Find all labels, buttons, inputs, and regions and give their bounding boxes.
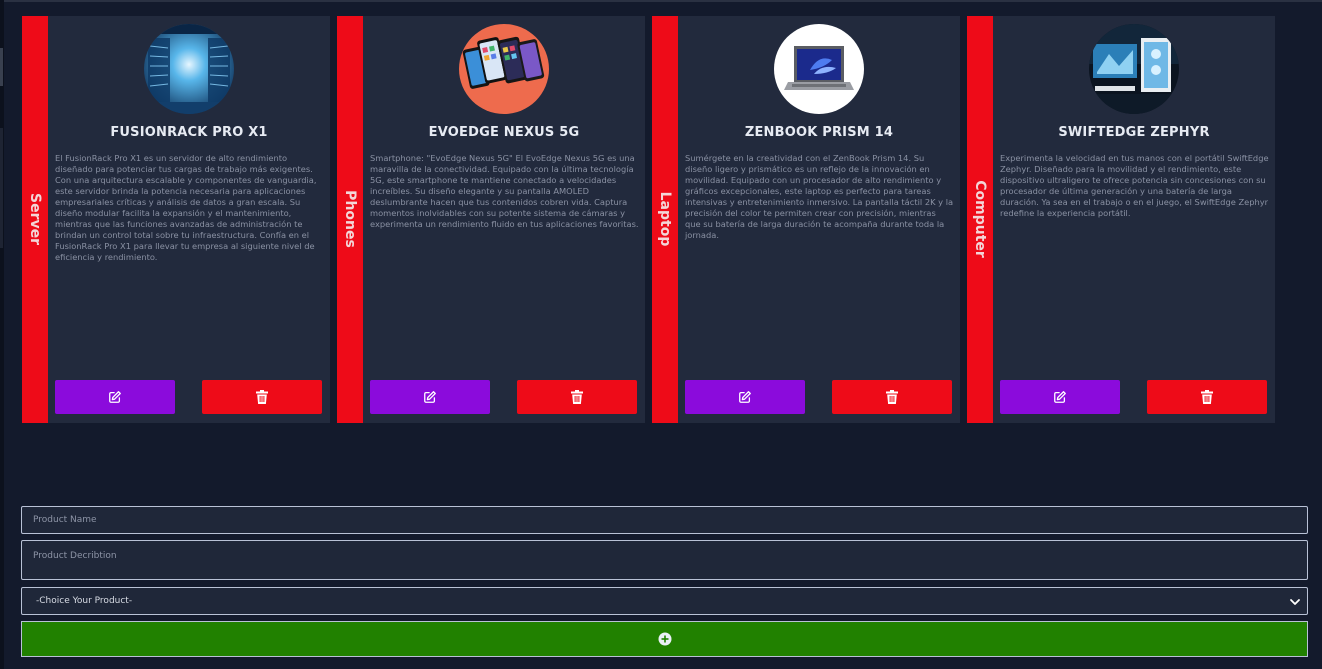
product-description: Experimenta la velocidad en tus manos co…	[1000, 153, 1269, 218]
product-description: Smartphone: "EvoEdge Nexus 5G" El EvoEdg…	[370, 153, 639, 229]
trash-icon	[571, 390, 583, 404]
product-description-textarea[interactable]: Product Decribtion	[21, 540, 1308, 580]
product-card: Computer SWIFTEDGE ZEPHYR Experimenta la…	[967, 16, 1275, 423]
category-label: Computer	[972, 180, 988, 258]
product-name-placeholder: Product Name	[33, 515, 97, 525]
product-description: El FusionRack Pro X1 es un servidor de a…	[55, 153, 317, 262]
product-card: Server FUSIONRACK PRO X1 El FusionRack P…	[22, 16, 330, 423]
edit-button[interactable]	[1000, 380, 1120, 414]
category-stripe: Laptop	[652, 16, 678, 423]
category-stripe: Computer	[967, 16, 993, 423]
trash-icon	[256, 390, 268, 404]
edit-button[interactable]	[685, 380, 805, 414]
category-stripe: Server	[22, 16, 48, 423]
product-description: Sumérgete en la creatividad con el ZenBo…	[685, 153, 954, 240]
delete-button[interactable]	[1147, 380, 1267, 414]
product-title: ZENBOOK PRISM 14	[744, 125, 894, 140]
window-left-edge	[0, 0, 4, 669]
product-image-server	[144, 24, 234, 114]
edit-button[interactable]	[370, 380, 490, 414]
product-image-computer	[1089, 24, 1179, 114]
trash-icon	[1201, 390, 1213, 404]
category-stripe: Phones	[337, 16, 363, 423]
product-image-phones	[459, 24, 549, 114]
chevron-down-icon	[1290, 599, 1300, 605]
delete-button[interactable]	[517, 380, 637, 414]
product-description-placeholder: Product Decribtion	[33, 551, 117, 561]
delete-button[interactable]	[832, 380, 952, 414]
product-name-input[interactable]: Product Name	[21, 506, 1308, 534]
window-top-border	[0, 0, 1322, 2]
product-card: Laptop ZENBOOK PRISM 14 Sumérgete en la …	[652, 16, 960, 423]
edit-icon	[424, 391, 436, 403]
category-label: Laptop	[657, 191, 673, 247]
edit-button[interactable]	[55, 380, 175, 414]
add-product-button[interactable]	[21, 621, 1308, 657]
category-label: Phones	[342, 190, 358, 248]
edit-icon	[739, 391, 751, 403]
plus-circle-icon	[658, 632, 671, 646]
edit-icon	[109, 391, 121, 403]
product-title: EVOEDGE NEXUS 5G	[428, 125, 580, 140]
product-card: Phones EVOEDGE NEXUS 5G Smartphone: "Evo…	[337, 16, 645, 423]
trash-icon	[886, 390, 898, 404]
product-category-select[interactable]: -Choice Your Product-	[21, 587, 1308, 615]
product-title: FUSIONRACK PRO X1	[110, 125, 268, 140]
product-card-list: Server FUSIONRACK PRO X1 El FusionRack P…	[22, 16, 1276, 423]
category-label: Server	[27, 192, 43, 246]
edit-icon	[1054, 391, 1066, 403]
product-image-laptop	[774, 24, 864, 114]
select-value: -Choice Your Product-	[36, 596, 133, 606]
product-title: SWIFTEDGE ZEPHYR	[1058, 125, 1210, 140]
delete-button[interactable]	[202, 380, 322, 414]
